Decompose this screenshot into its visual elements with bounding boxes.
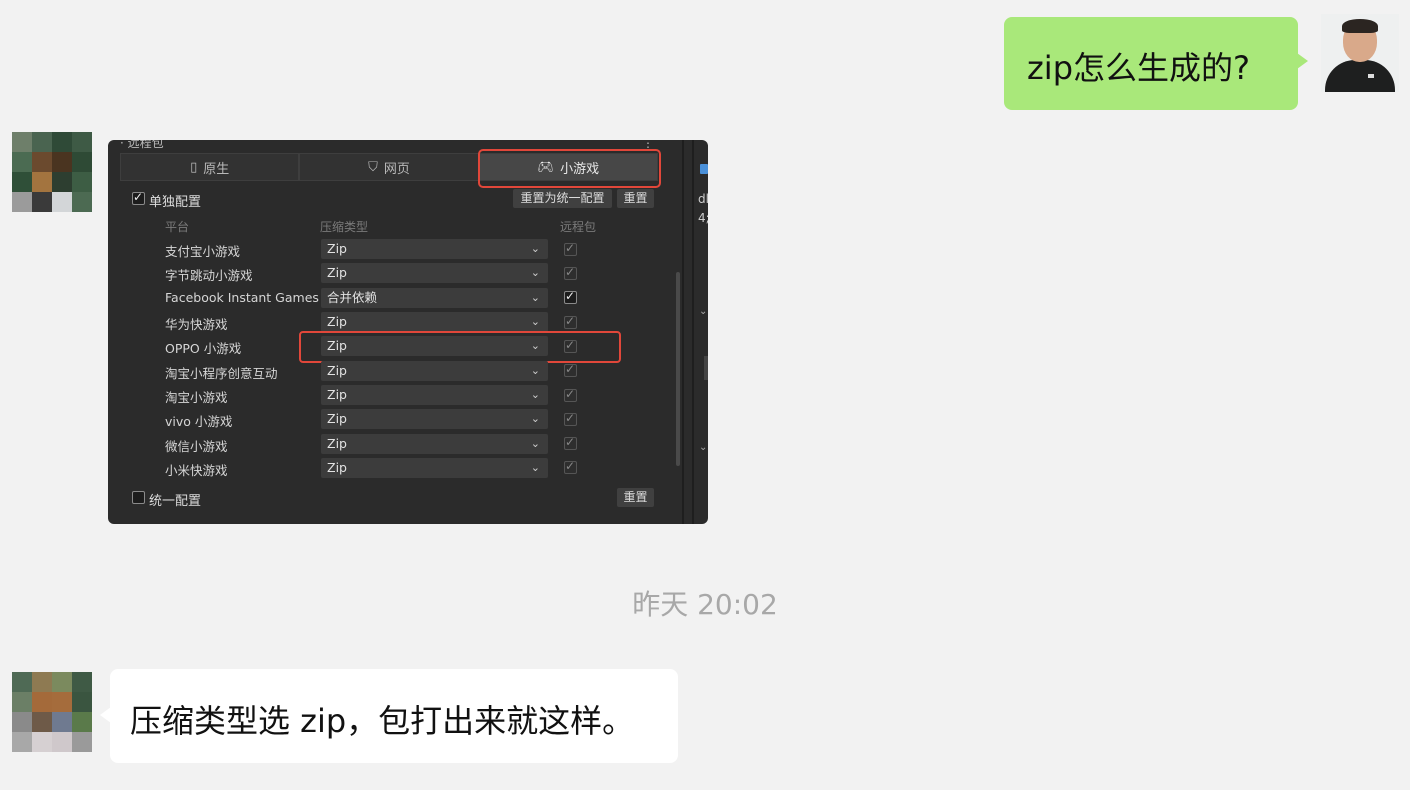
message-timestamp: 昨天 20:02	[632, 588, 778, 621]
select-value: Zip	[327, 436, 347, 451]
highlight-box-oppo-row	[299, 331, 621, 363]
message-text: zip怎么生成的?	[1027, 49, 1250, 87]
platform-name: 微信小游戏	[165, 439, 228, 454]
reset-to-unified-button[interactable]: 重置为统一配置	[513, 189, 612, 208]
chevron-down-icon: ⌄	[530, 242, 540, 255]
chevron-down-icon: ⌄	[530, 315, 540, 328]
separate-config-label: 单独配置	[149, 195, 202, 210]
unified-reset-button[interactable]: 重置	[617, 488, 654, 507]
phone-icon: ▯	[190, 159, 198, 175]
chevron-down-icon: ⌄	[530, 437, 540, 450]
reset-button[interactable]: 重置	[617, 189, 654, 208]
remote-package-checkbox[interactable]	[564, 289, 577, 304]
compress-type-select[interactable]: Zip ⌄	[321, 239, 548, 259]
select-value: Zip	[327, 241, 347, 256]
select-value: Zip	[327, 460, 347, 475]
side-panel-bar	[704, 356, 708, 380]
select-value: Zip	[327, 363, 347, 378]
my-avatar[interactable]	[1321, 14, 1399, 92]
folder-icon	[700, 164, 708, 174]
remote-package-checkbox[interactable]	[564, 459, 577, 474]
tab-label: 原生	[203, 161, 230, 177]
platform-name: OPPO 小游戏	[165, 341, 242, 356]
remote-package-checkbox[interactable]	[564, 362, 577, 377]
separate-config-checkbox[interactable]	[132, 190, 145, 205]
chevron-down-icon: ⌄	[530, 364, 540, 377]
compress-type-select[interactable]: Zip ⌄	[321, 312, 548, 332]
tab-native[interactable]: ▯ 原生	[120, 153, 300, 181]
compress-type-select[interactable]: Zip ⌄	[321, 409, 548, 429]
tab-label: 网页	[383, 161, 410, 177]
platform-name: 支付宝小游戏	[165, 244, 241, 259]
unified-config-label: 统一配置	[149, 494, 202, 509]
chevron-down-icon: ⌄	[530, 291, 540, 304]
platform-name: vivo 小游戏	[165, 414, 233, 429]
compress-type-select[interactable]: 合并依赖 ⌄	[321, 288, 548, 308]
panel-header-fragment: · 远程包	[120, 140, 164, 150]
my-message-bubble[interactable]: zip怎么生成的?	[1004, 17, 1308, 110]
shared-screenshot-image[interactable]: · 远程包 ⋮ ▯ 原生 ⛉ 网页 🎮︎ 小游戏 单独配置 重置为统一配置 重置…	[108, 140, 708, 524]
remote-package-checkbox[interactable]	[564, 411, 577, 426]
compress-type-select[interactable]: Zip ⌄	[321, 361, 548, 381]
chevron-down-icon: ⌄	[530, 388, 540, 401]
platform-name: Facebook Instant Games	[165, 290, 319, 305]
select-value: Zip	[327, 387, 347, 402]
platform-name: 小米快游戏	[165, 463, 228, 478]
chevron-down-icon: ⌄	[530, 266, 540, 279]
side-panel-fragment: 4;	[698, 211, 708, 225]
chevron-down-icon: ⌄	[699, 442, 708, 453]
column-remote-package: 远程包	[560, 220, 597, 234]
message-text: 压缩类型选 zip，包打出来就这样。	[130, 702, 635, 740]
html5-icon: ⛉	[368, 159, 378, 175]
platform-name: 华为快游戏	[165, 317, 228, 332]
panel-divider	[682, 140, 684, 524]
compress-type-select[interactable]: Zip ⌄	[321, 434, 548, 454]
contact-avatar[interactable]	[12, 132, 92, 212]
remote-package-checkbox[interactable]	[564, 314, 577, 329]
chevron-down-icon: ⌄	[699, 306, 708, 317]
contact-avatar[interactable]	[12, 672, 92, 752]
column-compress-type: 压缩类型	[320, 220, 369, 234]
contact-message-bubble[interactable]: 压缩类型选 zip，包打出来就这样。	[100, 669, 678, 763]
compress-type-select[interactable]: Zip ⌄	[321, 263, 548, 283]
remote-package-checkbox[interactable]	[564, 435, 577, 450]
scrollbar[interactable]	[676, 272, 680, 466]
side-panel-fragment: dl	[698, 192, 708, 206]
select-value: Zip	[327, 265, 347, 280]
unified-config-checkbox[interactable]	[132, 491, 145, 504]
chevron-down-icon: ⌄	[530, 461, 540, 474]
remote-package-checkbox[interactable]	[564, 387, 577, 402]
platform-name: 淘宝小游戏	[165, 390, 228, 405]
chevron-down-icon: ⌄	[530, 412, 540, 425]
panel-divider	[692, 140, 694, 524]
compress-type-select[interactable]: Zip ⌄	[321, 385, 548, 405]
highlight-box-tab	[478, 149, 661, 188]
tab-web[interactable]: ⛉ 网页	[299, 153, 479, 181]
remote-package-checkbox[interactable]	[564, 265, 577, 280]
select-value: Zip	[327, 411, 347, 426]
compress-type-select[interactable]: Zip ⌄	[321, 458, 548, 478]
column-platform: 平台	[165, 220, 190, 234]
avatar-logo	[1368, 74, 1374, 78]
select-value: Zip	[327, 314, 347, 329]
avatar-body	[1325, 60, 1395, 92]
platform-name: 字节跳动小游戏	[165, 268, 253, 283]
remote-package-checkbox[interactable]	[564, 241, 577, 256]
platform-name: 淘宝小程序创意互动	[165, 366, 278, 381]
avatar-hair	[1342, 19, 1378, 33]
select-value: 合并依赖	[327, 290, 378, 305]
